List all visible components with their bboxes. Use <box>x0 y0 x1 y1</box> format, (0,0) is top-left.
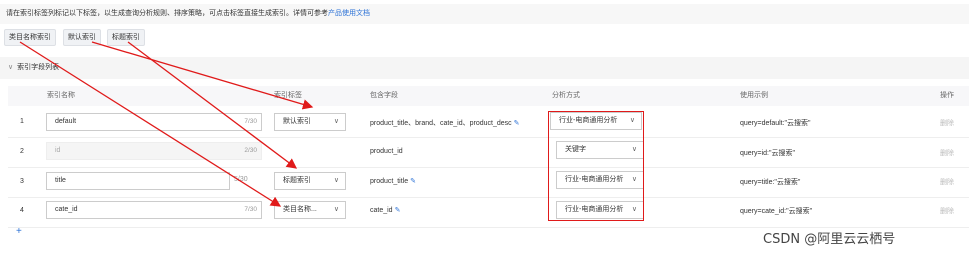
arrow-title-to-row3 <box>127 41 298 169</box>
watermark: CSDN @阿里云云栖号 <box>763 232 896 247</box>
annotation-arrows <box>19 41 314 207</box>
arrow-category-to-row4 <box>19 41 282 207</box>
